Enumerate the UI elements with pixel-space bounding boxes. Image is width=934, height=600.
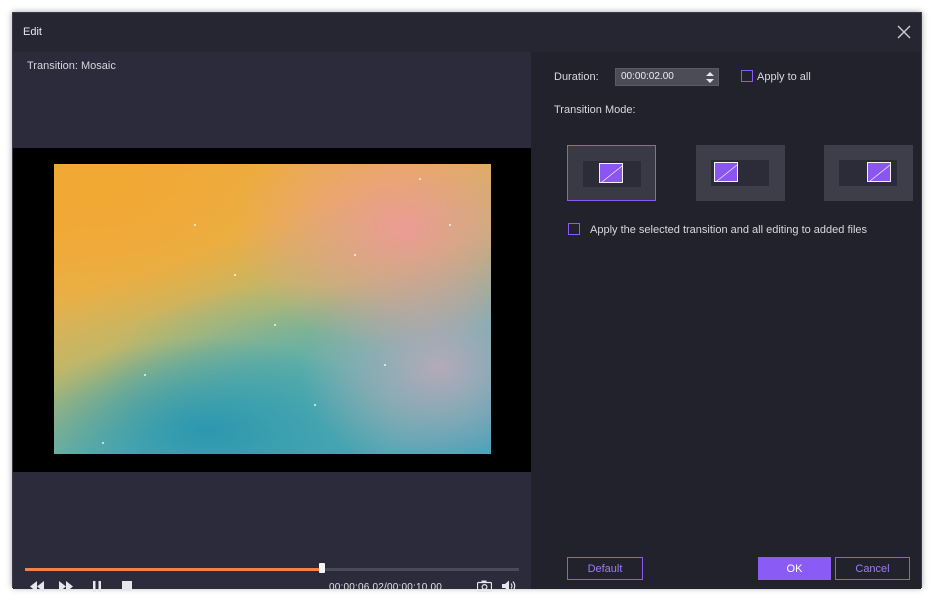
stop-icon — [122, 581, 132, 591]
apply-to-all-checkbox[interactable] — [741, 70, 753, 82]
duration-label: Duration: — [554, 71, 599, 83]
transition-mode-right[interactable] — [824, 145, 913, 201]
playback-controls: 00:00:06.02/00:00:10.00 — [13, 577, 531, 597]
duration-input[interactable]: 00:00:02.00 — [615, 68, 719, 86]
preview-pane: Transition: Mosaic 00:00:06.02/00:00:10.… — [13, 52, 531, 593]
dialog-title: Edit — [23, 26, 42, 38]
fast-forward-button[interactable] — [58, 577, 74, 595]
mode-left-icon — [714, 162, 738, 182]
default-button[interactable]: Default — [567, 557, 643, 580]
playback-progress-bar[interactable] — [25, 563, 519, 573]
settings-pane: Duration: 00:00:02.00 Apply to all Trans… — [531, 52, 921, 589]
volume-icon — [501, 580, 515, 592]
snapshot-button[interactable] — [476, 577, 492, 595]
transition-name-label: Transition: Mosaic — [27, 60, 116, 72]
mode-frame — [839, 160, 897, 186]
apply-selected-label: Apply the selected transition and all ed… — [590, 224, 868, 236]
preview-image — [54, 164, 491, 454]
close-button[interactable] — [895, 23, 913, 41]
mode-center-icon — [599, 163, 623, 183]
cancel-button[interactable]: Cancel — [835, 557, 910, 580]
stop-button[interactable] — [120, 577, 134, 595]
time-display: 00:00:06.02/00:00:10.00 — [329, 582, 443, 593]
camera-icon — [476, 580, 492, 592]
progress-fill — [25, 568, 323, 571]
transition-mode-center[interactable] — [567, 145, 656, 201]
video-preview — [13, 148, 531, 472]
rewind-icon — [30, 580, 44, 592]
duration-spinner[interactable] — [705, 71, 715, 84]
transition-mode-label: Transition Mode: — [554, 104, 636, 116]
mode-frame — [711, 160, 769, 186]
title-bar: Edit — [13, 13, 921, 52]
fast-forward-icon — [59, 580, 73, 592]
volume-button[interactable] — [501, 577, 517, 595]
mode-frame — [583, 161, 641, 187]
apply-selected-checkbox[interactable] — [568, 223, 580, 235]
mode-right-icon — [867, 162, 891, 182]
rewind-button[interactable] — [29, 577, 45, 595]
edit-dialog: Edit Transition: Mosaic 00:00:06.02/00:0… — [12, 12, 922, 593]
progress-handle[interactable] — [319, 563, 326, 573]
pause-button[interactable] — [90, 577, 104, 595]
spinner-arrows-icon — [706, 72, 714, 83]
apply-to-all-label: Apply to all — [757, 71, 811, 83]
close-icon — [897, 25, 911, 39]
ok-button[interactable]: OK — [758, 557, 831, 580]
pause-icon — [93, 580, 101, 592]
duration-value: 00:00:02.00 — [621, 71, 674, 82]
transition-mode-left[interactable] — [696, 145, 785, 201]
